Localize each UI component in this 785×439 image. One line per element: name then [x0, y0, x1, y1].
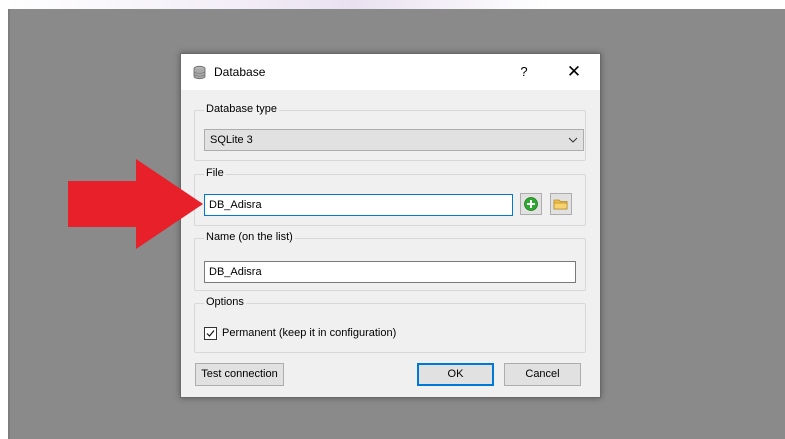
- help-button[interactable]: ?: [506, 58, 542, 86]
- database-icon: [192, 65, 207, 80]
- browse-file-button[interactable]: [550, 193, 572, 215]
- file-label: File: [204, 167, 226, 179]
- name-group: Name (on the list): [194, 231, 586, 291]
- file-input[interactable]: [204, 194, 513, 216]
- options-group: Options Permanent (keep it in configurat…: [194, 296, 586, 353]
- name-label: Name (on the list): [204, 231, 295, 243]
- database-type-label: Database type: [204, 103, 279, 115]
- permanent-checkbox-label: Permanent (keep it in configuration): [222, 327, 397, 339]
- close-button[interactable]: ✕: [556, 58, 592, 86]
- add-icon: [524, 197, 538, 211]
- chevron-down-icon: [568, 134, 578, 146]
- dialog-title: Database: [214, 65, 266, 79]
- name-input[interactable]: [204, 261, 576, 283]
- permanent-checkbox[interactable]: [204, 327, 217, 340]
- database-type-select[interactable]: SQLite 3: [204, 129, 584, 151]
- red-arrow-icon: [68, 159, 203, 249]
- checkmark-icon: [206, 330, 215, 337]
- options-label: Options: [204, 296, 246, 308]
- top-strip: [0, 0, 785, 9]
- cancel-button[interactable]: Cancel: [504, 363, 581, 386]
- file-group: File: [194, 167, 586, 226]
- database-type-group: Database type SQLite 3: [194, 103, 586, 161]
- database-type-value: SQLite 3: [210, 134, 253, 146]
- dialog-titlebar: Database ? ✕: [181, 54, 600, 90]
- database-dialog: Database ? ✕ Database type SQLite 3 File: [180, 53, 601, 398]
- test-connection-button[interactable]: Test connection: [195, 363, 284, 386]
- add-file-button[interactable]: [520, 193, 542, 215]
- folder-icon: [553, 199, 568, 210]
- ok-button[interactable]: OK: [417, 363, 494, 386]
